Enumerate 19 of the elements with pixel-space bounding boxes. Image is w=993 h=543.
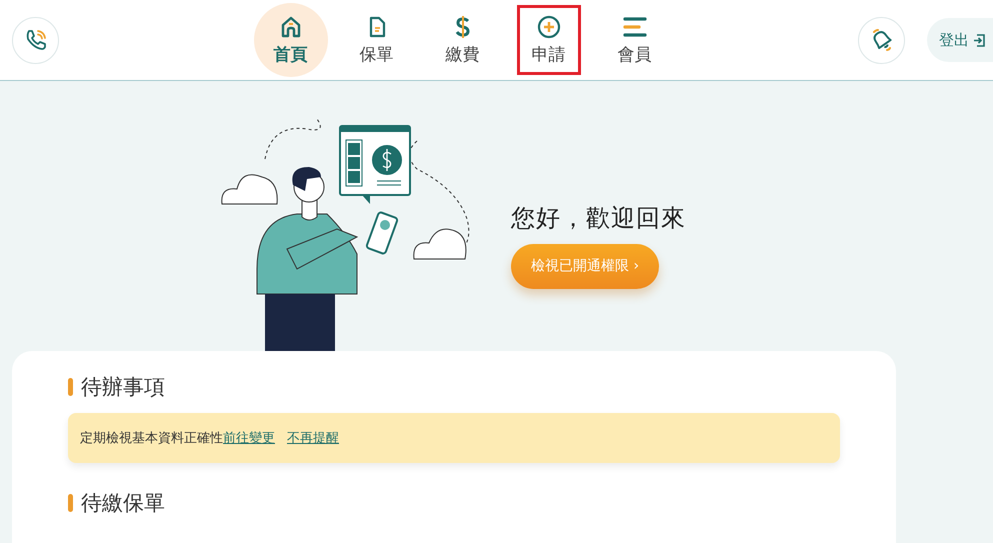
nav-tab[interactable]: 保單 (340, 3, 414, 77)
nav-tab[interactable]: 申請 (516, 5, 580, 75)
welcome-heading: 您好，歡迎回來 (511, 202, 686, 234)
nav-tab[interactable]: 繳費 (426, 3, 500, 77)
notice-link[interactable]: 前往變更 (223, 429, 275, 447)
logout-button[interactable]: 登出 (927, 18, 993, 62)
section-title: 待繳保單 (81, 490, 165, 517)
logout-icon (973, 34, 985, 46)
menu-icon (622, 14, 648, 38)
title-marker (68, 378, 73, 396)
nav-tab[interactable]: 首頁 (254, 3, 328, 77)
title-marker (68, 494, 73, 512)
notice-link[interactable]: 不再提醒 (287, 429, 339, 447)
phone-button[interactable] (12, 16, 59, 64)
add-icon (536, 14, 560, 38)
notification-button[interactable] (858, 16, 905, 64)
notice-text: 定期檢視基本資料正確性 (80, 430, 223, 447)
section-title: 待辦事項 (81, 374, 165, 401)
nav-tab[interactable]: 會員 (598, 3, 672, 77)
